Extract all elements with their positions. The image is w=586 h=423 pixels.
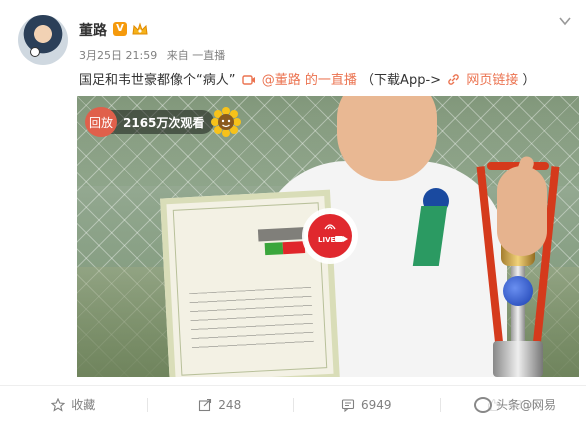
link-icon [448,74,459,85]
live-button-inner: LIVE [308,214,352,258]
camera-icon [335,236,343,242]
verified-badge-icon: V [113,22,127,36]
download-app-text: （下载App-> [361,73,442,88]
member-crown-icon [132,22,148,35]
favorite-label: 收藏 [71,398,96,412]
comment-icon [341,398,355,412]
author-name[interactable]: 董路 [79,20,107,40]
repost-count: 248 [218,397,242,412]
post-meta: 3月25日 21:59 来自 一直播 [79,47,231,63]
logo-red [282,241,306,255]
certificate-logo [257,227,306,256]
live-video-icon [241,75,255,85]
chevron-down-icon[interactable] [559,16,571,26]
paren-close: ） [522,73,536,88]
web-link[interactable]: 网页链接 [466,73,518,88]
camera-lens-icon [343,236,348,242]
favorite-button[interactable]: 收藏 [0,386,147,423]
author-avatar[interactable] [18,15,68,65]
trophy-blue-ball [503,276,533,306]
logo-black [257,227,305,242]
star-icon [51,397,66,412]
post-body: 国足和韦世豪都像个“病人” [79,73,236,88]
certificate-text-lines [189,286,315,354]
post-date[interactable]: 3月25日 21:59 [79,49,157,62]
video-thumbnail[interactable]: 回放 2165万次观看 LIVE [77,96,579,377]
live-play-button[interactable]: LIVE [302,208,358,264]
sunflower-icon [211,107,241,137]
person-head [337,96,437,181]
live-stream-link[interactable]: @董路 的一直播 [262,73,357,88]
broadcast-waves-icon [324,224,336,230]
replay-label: 回放 [85,107,117,137]
share-icon [199,398,212,411]
view-count: 2165万次观看 [123,115,205,130]
comment-button[interactable]: 6949 [293,386,440,423]
avatar-ball [30,47,40,57]
post-source[interactable]: 来自 一直播 [167,49,226,62]
watermark-logo-icon [474,396,492,413]
replay-badge: 回放 2165万次观看 [85,107,215,137]
live-label: LIVE [318,236,336,244]
comment-count: 6949 [360,397,392,412]
post-text: 国足和韦世豪都像个“病人” @董路 的一直播 （下载App-> 网页链接 ） [79,69,535,88]
logo-green [264,242,284,256]
watermark-text: 头条@网易 [496,398,557,412]
repost-button[interactable]: 248 [146,386,294,423]
trophy-base [493,341,543,377]
watermark: 头条@网易 [470,394,561,415]
